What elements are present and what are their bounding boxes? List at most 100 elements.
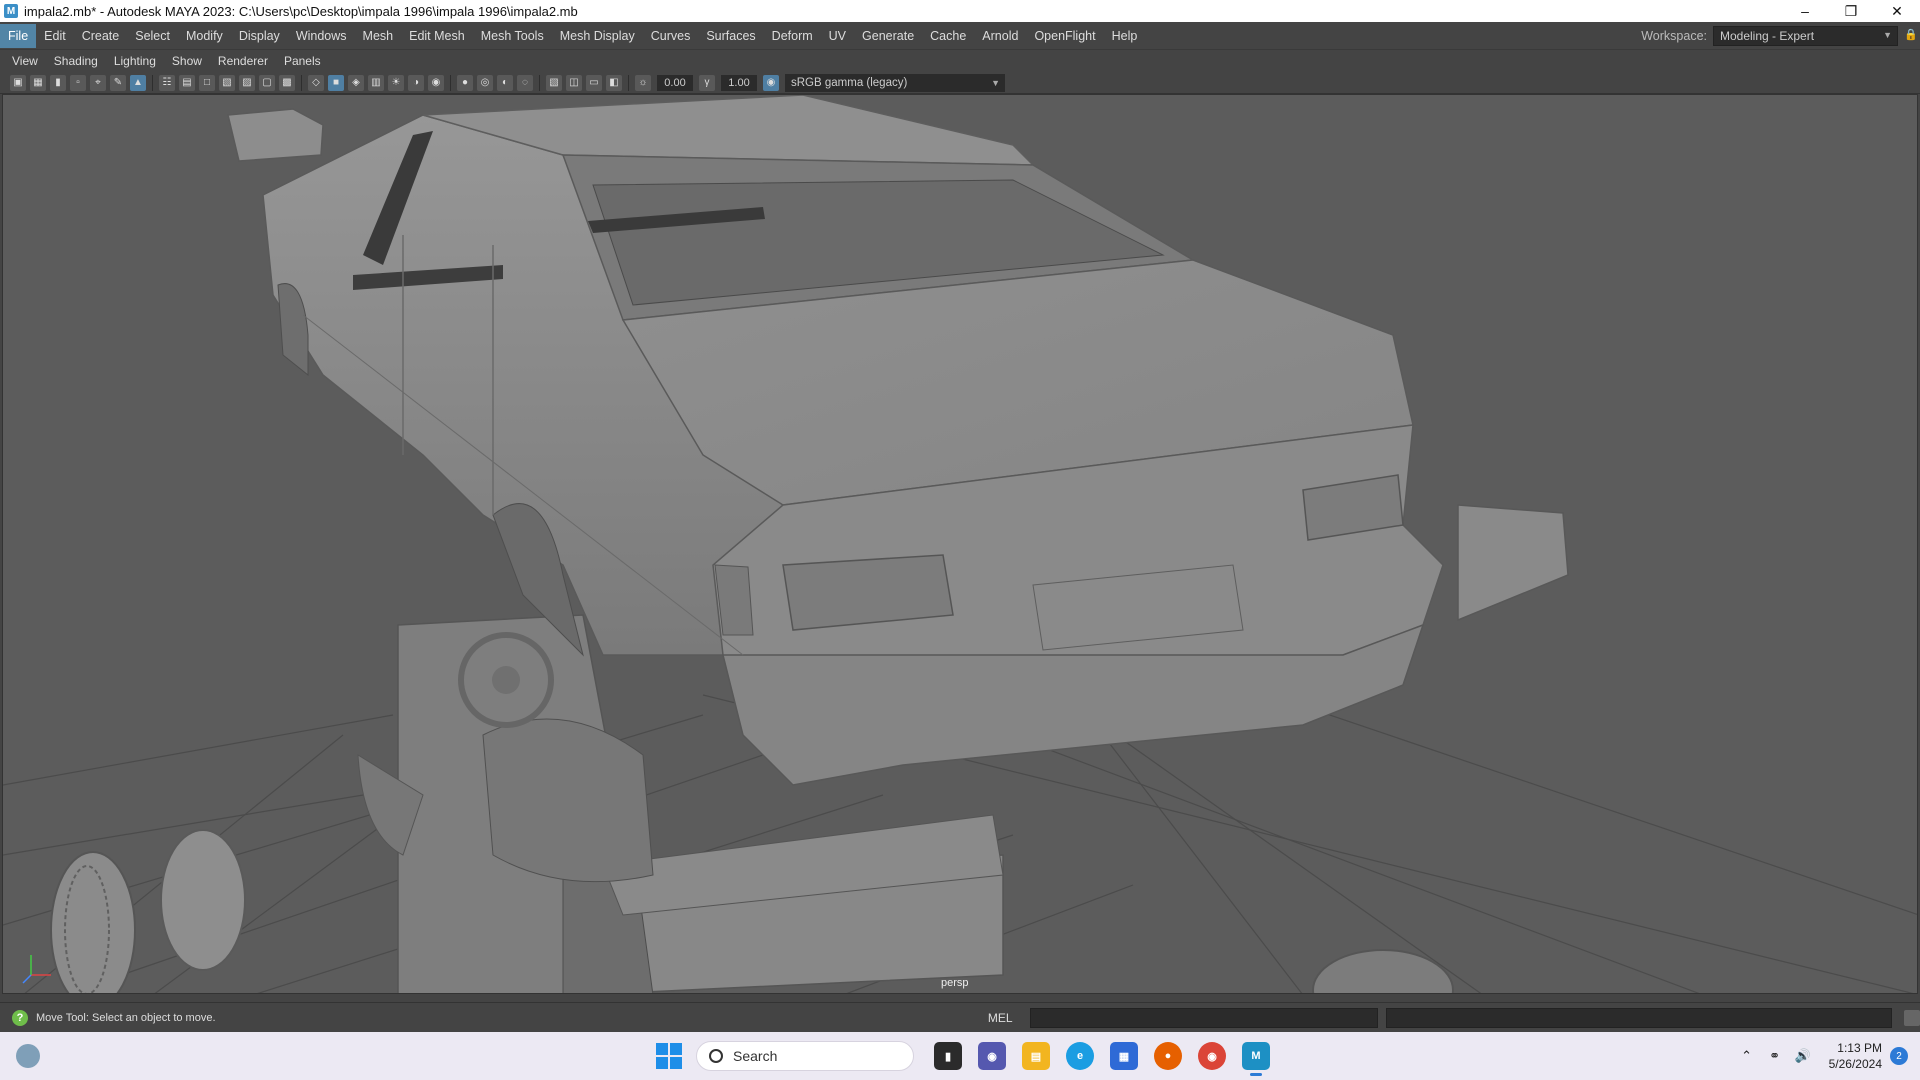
menu-arnold[interactable]: Arnold [974,24,1026,48]
system-tray: ⌃ ⚭ 🔊 1:13 PM 5/26/2024 2 [1733,1032,1920,1080]
taskbar-center: Search ▮ ◉ ▤ e ▦ ● ◉ M [656,1038,1278,1076]
backface-culling-icon[interactable]: ◧ [606,74,622,91]
help-question-icon[interactable]: ? [12,1009,28,1026]
safe-action-icon[interactable]: ▢ [259,74,275,91]
workspace-label: Workspace: [1641,29,1707,43]
menu-mesh[interactable]: Mesh [355,24,402,48]
command-line-input[interactable] [1029,1007,1379,1028]
gamma-field[interactable]: 1.00 [721,74,757,91]
windows-taskbar: Search ▮ ◉ ▤ e ▦ ● ◉ M ⌃ ⚭ 🔊 1:13 PM 5/2… [0,1032,1920,1080]
title-bar: M impala2.mb* - Autodesk MAYA 2023: C:\U… [0,0,1920,22]
menu-openflight[interactable]: OpenFlight [1026,24,1103,48]
menu-windows[interactable]: Windows [288,24,355,48]
color-space-dropdown[interactable]: sRGB gamma (legacy) [785,73,1005,92]
depth-of-field-icon[interactable]: ◐ [497,74,513,91]
search-icon [709,1049,723,1063]
x-ray-icon[interactable]: ▧ [546,74,562,91]
menu-deform[interactable]: Deform [764,24,821,48]
main-menu-bar: File Edit Create Select Modify Display W… [0,22,1920,50]
taskbar-search[interactable]: Search [696,1041,914,1071]
start-menu-icon[interactable] [656,1043,682,1069]
notification-badge[interactable]: 2 [1890,1047,1908,1065]
textured-icon[interactable]: ▥ [368,74,384,91]
help-line-text: Move Tool: Select an object to move. [35,1011,216,1024]
isolate-select-icon[interactable]: ◌ [517,74,533,91]
sculpt-icon[interactable]: ▲ [130,74,146,91]
perspective-viewport[interactable]: persp [2,94,1918,994]
menu-file[interactable]: File [0,23,37,48]
smooth-shade-icon[interactable]: ■ [328,74,344,91]
image-plane-icon[interactable]: ▫ [70,74,86,91]
script-editor-icon[interactable] [1904,1009,1920,1026]
camera-icon[interactable]: ▣ [10,74,26,91]
camera-name-label: persp [941,977,969,989]
chevron-up-icon[interactable]: ⌃ [1739,1048,1755,1064]
file-explorer-icon[interactable]: ▤ [1022,1042,1050,1070]
widgets-icon[interactable] [16,1044,40,1068]
restore-button[interactable]: ❐ [1828,0,1874,22]
menu-modify[interactable]: Modify [178,24,231,48]
menu-edit[interactable]: Edit [36,24,74,48]
safe-title-icon[interactable]: ▩ [279,74,295,91]
anti-aliasing-icon[interactable]: ◎ [477,74,493,91]
menu-curves[interactable]: Curves [643,24,699,48]
2d-pan-zoom-icon[interactable]: ⌖ [90,74,106,91]
workspace-dropdown[interactable]: Modeling - Expert [1713,26,1898,46]
x-ray-joints-icon[interactable]: ◫ [566,74,582,91]
panel-menu-panels[interactable]: Panels [276,54,329,68]
menu-generate[interactable]: Generate [854,24,922,48]
exposure-icon[interactable]: ☼ [635,74,651,91]
use-all-lights-icon[interactable]: ☀ [388,74,404,91]
maya-app-icon: M [4,4,18,18]
panel-menu-lighting[interactable]: Lighting [106,54,164,68]
volume-icon[interactable]: 🔊 [1795,1048,1811,1064]
grease-pencil-icon[interactable]: ✎ [110,74,126,91]
network-icon[interactable]: ⚭ [1767,1048,1783,1064]
menu-display[interactable]: Display [231,24,288,48]
menu-help[interactable]: Help [1104,24,1146,48]
grid-icon[interactable]: ☷ [159,74,175,91]
edge-icon[interactable]: e [1066,1042,1094,1070]
chrome-icon[interactable]: ◉ [1198,1042,1226,1070]
menu-select[interactable]: Select [127,24,178,48]
terminal-icon[interactable]: ▮ [934,1042,962,1070]
shadows-icon[interactable]: ◑ [408,74,424,91]
xray-active-components-icon[interactable]: ▭ [586,74,602,91]
clock[interactable]: 1:13 PM 5/26/2024 [1829,1040,1882,1072]
maya-icon[interactable]: M [1242,1042,1270,1076]
wireframe-on-shaded-icon[interactable]: ◈ [348,74,364,91]
menu-surfaces[interactable]: Surfaces [698,24,763,48]
camera-attributes-icon[interactable]: ▦ [30,74,46,91]
exposure-field[interactable]: 0.00 [657,74,693,91]
search-placeholder: Search [733,1048,778,1064]
panel-menu-view[interactable]: View [4,54,46,68]
menu-uv[interactable]: UV [821,24,854,48]
gate-mask-icon[interactable]: ▧ [219,74,235,91]
panel-menu-show[interactable]: Show [164,54,210,68]
close-button[interactable]: ✕ [1874,0,1920,22]
menu-create[interactable]: Create [74,24,128,48]
panel-menu-shading[interactable]: Shading [46,54,106,68]
motion-blur-icon[interactable]: ● [457,74,473,91]
bookmark-icon[interactable]: ▮ [50,74,66,91]
clock-date: 5/26/2024 [1828,1057,1882,1071]
minimize-button[interactable]: – [1782,0,1828,22]
lock-icon[interactable]: 🔒 [1904,28,1918,42]
firefox-icon[interactable]: ● [1154,1042,1182,1070]
field-chart-icon[interactable]: ▨ [239,74,255,91]
screen-space-ao-icon[interactable]: ◉ [428,74,444,91]
film-gate-icon[interactable]: ▤ [179,74,195,91]
color-management-icon[interactable]: ◉ [763,74,779,91]
panel-menu-renderer[interactable]: Renderer [210,54,276,68]
menu-cache[interactable]: Cache [922,24,974,48]
menu-edit-mesh[interactable]: Edit Mesh [401,24,473,48]
gamma-icon[interactable]: γ [699,74,715,91]
resolution-gate-icon[interactable]: □ [199,74,215,91]
wireframe-icon[interactable]: ◇ [308,74,324,91]
command-language-toggle[interactable]: MEL [988,1011,1028,1025]
meet-icon[interactable]: ◉ [978,1042,1006,1070]
menu-mesh-tools[interactable]: Mesh Tools [473,24,552,48]
toolbar-separator [628,74,629,91]
menu-mesh-display[interactable]: Mesh Display [552,24,643,48]
store-icon[interactable]: ▦ [1110,1042,1138,1070]
